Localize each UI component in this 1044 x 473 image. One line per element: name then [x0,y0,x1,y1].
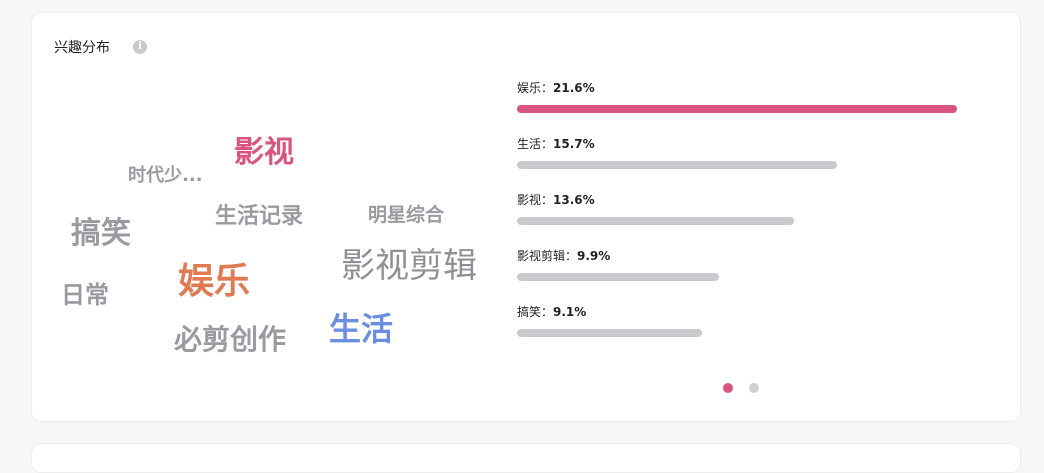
next-card [31,443,1021,473]
word-cloud-item: 生活记录 [215,204,304,229]
word-cloud-item: 娱乐 [178,261,251,302]
word-cloud-item: 影视剪辑 [341,246,477,286]
word-cloud-item: 时代少... [128,165,203,186]
bar-fill [517,161,837,169]
bar-fill [517,105,957,113]
word-cloud-item: 日常 [61,281,109,309]
bar-label: 生活：15.7% [517,137,595,151]
interest-distribution-card: 兴趣分布 i 影视 时代少... 生活记录 明星综合 搞笑 影视剪辑 娱乐 日常… [31,12,1021,422]
bar-label: 搞笑：9.1% [517,305,587,319]
bar-fill [517,273,719,281]
pagination-dot-1[interactable] [723,383,733,393]
word-cloud-item: 影视 [234,135,294,170]
pagination-dot-2[interactable] [749,383,759,393]
bar-fill [517,329,702,337]
bar-label: 娱乐：21.6% [517,81,595,95]
info-icon[interactable]: i [133,40,147,54]
bar-label: 影视剪辑：9.9% [517,249,611,263]
word-cloud-item: 必剪创作 [174,323,287,356]
word-cloud-item: 搞笑 [71,216,131,251]
bar-fill [517,217,794,225]
word-cloud-item: 生活 [329,310,394,348]
bar-label: 影视：13.6% [517,193,595,207]
word-cloud-item: 明星综合 [368,204,445,226]
card-title: 兴趣分布 [54,40,110,56]
